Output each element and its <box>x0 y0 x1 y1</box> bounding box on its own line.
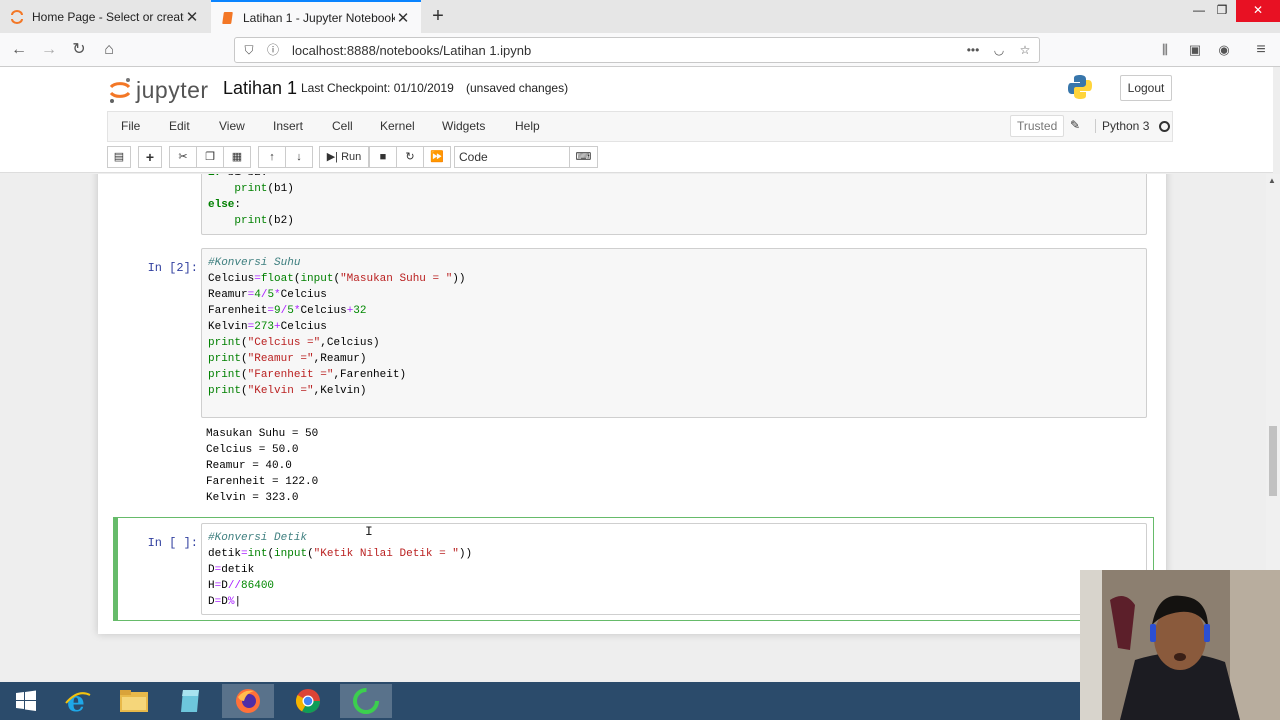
cut-icon[interactable]: ✂ <box>169 146 197 168</box>
home-icon[interactable]: ⌂ <box>98 39 120 61</box>
save-icon[interactable]: ▤ <box>107 146 131 168</box>
account-icon[interactable]: ◉ <box>1213 39 1235 61</box>
input-prompt: In [2]: <box>147 261 198 275</box>
run-label: Run <box>341 151 362 163</box>
window-close-button[interactable]: ✕ <box>1236 0 1280 22</box>
menu-edit[interactable]: Edit <box>169 119 190 133</box>
pocket-icon[interactable]: ◡ <box>991 42 1007 58</box>
shield-icon[interactable]: ⛉ <box>241 42 257 58</box>
restart-run-all-icon[interactable]: ⏩ <box>423 146 451 168</box>
page-actions-icon[interactable]: ••• <box>965 42 981 58</box>
forward-icon[interactable]: → <box>38 39 60 61</box>
internet-explorer-icon[interactable]: e <box>52 684 104 718</box>
close-tab-icon[interactable]: ✕ <box>184 8 200 26</box>
menu-bar: File Edit View Insert Cell Kernel Widget… <box>107 111 1173 142</box>
cell-output: Masukan Suhu = 50 Celcius = 50.0 Reamur … <box>206 428 319 504</box>
menu-kernel[interactable]: Kernel <box>380 119 415 133</box>
autosave-status: (unsaved changes) <box>466 81 569 95</box>
command-palette-icon[interactable]: ⌨ <box>569 146 598 168</box>
run-icon: ▶| <box>326 151 339 163</box>
hamburger-menu-icon[interactable]: ≡ <box>1250 39 1272 61</box>
text-cursor-icon: I <box>365 524 373 539</box>
notebook-toolbar: ▤ + ✂ ❐ ▦ ↑ ↓ ▶| Run ■ ↻ ⏩ Code ▼ ⌨ <box>107 146 1173 170</box>
app-icon[interactable] <box>164 684 216 718</box>
windows-start-icon[interactable] <box>0 684 52 718</box>
code-cell-input[interactable]: #Konversi Detik detik=int(input("Ketik N… <box>201 523 1147 615</box>
cell-code: #Konversi Detik detik=int(input("Ketik N… <box>208 532 473 608</box>
trusted-badge[interactable]: Trusted <box>1010 115 1065 137</box>
recorder-icon[interactable] <box>340 684 392 718</box>
new-tab-button[interactable]: + <box>428 4 448 28</box>
cell-code: #Konversi Suhu Celcius=float(input("Masu… <box>208 257 466 397</box>
code-cell-input[interactable]: #Konversi Suhu Celcius=float(input("Masu… <box>201 248 1147 418</box>
browser-nav-bar: ← → ↻ ⌂ ⛉ ⓘ localhost:8888/notebooks/Lat… <box>0 33 1280 67</box>
scrollbar-thumb[interactable] <box>1269 426 1277 496</box>
webcam-person-image <box>1080 570 1280 720</box>
tab-title: Home Page - Select or create a <box>32 9 184 24</box>
logout-button[interactable]: Logout <box>1120 75 1172 101</box>
menu-insert[interactable]: Insert <box>273 119 303 133</box>
paste-icon[interactable]: ▦ <box>223 146 251 168</box>
jupyter-favicon-icon <box>11 9 23 24</box>
jupyter-logo-icon <box>109 78 131 103</box>
firefox-icon[interactable] <box>222 684 274 718</box>
code-cell-input[interactable]: if b1>b2: print(b1) else: print(b2) <box>201 174 1147 235</box>
menu-widgets[interactable]: Widgets <box>442 119 485 133</box>
notebook-name[interactable]: Latihan 1 <box>223 78 297 99</box>
tab-home-page[interactable]: Home Page - Select or create a ✕ <box>0 0 210 33</box>
notebook-container: if b1>b2: print(b1) else: print(b2) In [… <box>98 174 1166 634</box>
reload-icon[interactable]: ↻ <box>68 39 90 61</box>
cell-type-select[interactable]: Code ▼ <box>454 146 588 168</box>
restart-icon[interactable]: ↻ <box>396 146 424 168</box>
cell-code: if b1>b2: print(b1) else: print(b2) <box>208 174 294 227</box>
interrupt-icon[interactable]: ■ <box>369 146 397 168</box>
library-icon[interactable]: ⫼ <box>1154 39 1176 61</box>
kernel-name[interactable]: Python 3 <box>1095 119 1149 133</box>
menu-help[interactable]: Help <box>515 119 540 133</box>
run-button[interactable]: ▶| Run <box>319 146 369 168</box>
address-bar[interactable]: ⛉ ⓘ localhost:8888/notebooks/Latihan 1.i… <box>234 37 1040 63</box>
tab-title: Latihan 1 - Jupyter Notebook <box>243 10 395 25</box>
sidebar-icon[interactable]: ▣ <box>1184 39 1206 61</box>
notebook-favicon-icon <box>222 11 233 24</box>
menu-view[interactable]: View <box>219 119 245 133</box>
jupyter-header: jupyter Latihan 1 Last Checkpoint: 01/10… <box>0 67 1273 173</box>
python-logo-icon <box>1068 75 1092 99</box>
cell-type-value: Code <box>459 150 488 164</box>
copy-icon[interactable]: ❐ <box>196 146 224 168</box>
webcam-overlay <box>1080 570 1280 720</box>
kernel-idle-icon <box>1159 121 1170 132</box>
logo-text: jupyter <box>136 76 209 103</box>
back-icon[interactable]: ← <box>8 39 30 61</box>
svg-text:e: e <box>67 687 85 715</box>
browser-tab-strip: Home Page - Select or create a ✕ Latihan… <box>0 0 1280 33</box>
insert-cell-icon[interactable]: + <box>138 146 162 168</box>
close-tab-icon[interactable]: ✕ <box>395 9 411 27</box>
scroll-up-icon[interactable]: ▲ <box>1268 176 1276 185</box>
menu-file[interactable]: File <box>121 119 140 133</box>
maximize-button[interactable]: ❐ <box>1207 0 1237 22</box>
tab-notebook[interactable]: Latihan 1 - Jupyter Notebook ✕ <box>211 0 421 33</box>
edit-pencil-icon[interactable]: ✎ <box>1070 118 1080 132</box>
move-up-icon[interactable]: ↑ <box>258 146 286 168</box>
url-text: localhost:8888/notebooks/Latihan 1.ipynb <box>292 43 532 58</box>
jupyter-logo[interactable]: jupyter <box>108 75 209 105</box>
last-checkpoint: Last Checkpoint: 01/10/2019 <box>301 81 454 95</box>
bookmark-star-icon[interactable]: ☆ <box>1017 42 1033 58</box>
move-down-icon[interactable]: ↓ <box>285 146 313 168</box>
chrome-icon[interactable] <box>282 684 334 718</box>
info-icon[interactable]: ⓘ <box>265 42 281 58</box>
file-explorer-icon[interactable] <box>108 684 160 718</box>
menu-cell[interactable]: Cell <box>332 119 353 133</box>
input-prompt: In [ ]: <box>147 536 198 550</box>
